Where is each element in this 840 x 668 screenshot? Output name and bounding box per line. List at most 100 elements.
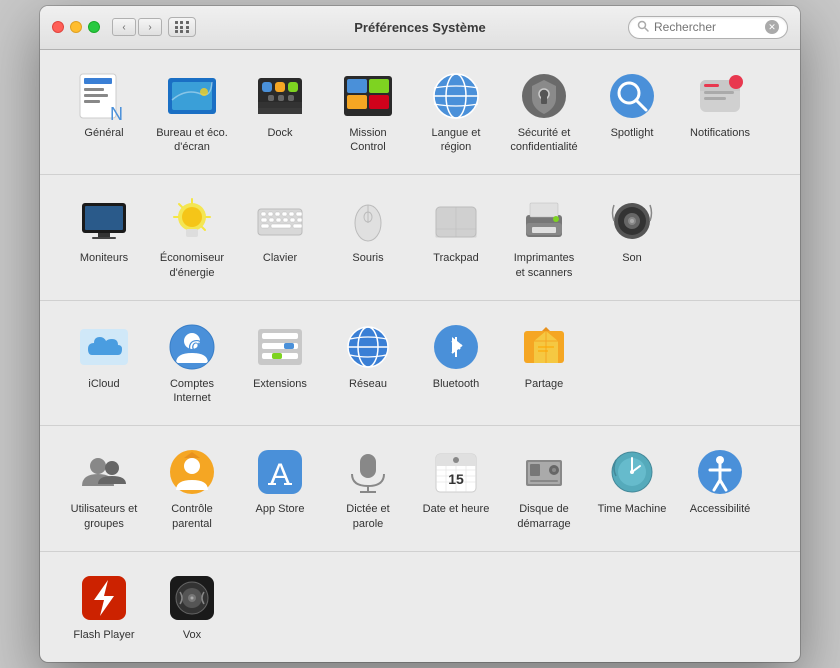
dictee-pref[interactable]: Dictée et parole [328, 442, 408, 535]
grid-view-button[interactable] [168, 17, 196, 37]
close-button[interactable] [52, 21, 64, 33]
search-box[interactable]: ✕ [628, 16, 788, 39]
extensions-icon [254, 321, 306, 373]
vox-pref[interactable]: Vox [152, 568, 232, 646]
souris-pref[interactable]: Souris [328, 191, 408, 284]
section-hardware: Moniteurs [40, 175, 800, 301]
dictee-label: Dictée et parole [332, 502, 404, 531]
reseau-pref[interactable]: Réseau [328, 317, 408, 410]
utilisateurs-icon [78, 446, 130, 498]
spotlight-icon [606, 70, 658, 122]
disque-label: Disque de démarrage [508, 502, 580, 531]
appstore-label: App Store [256, 502, 305, 516]
svg-text:A: A [270, 458, 290, 491]
comptes-icon: @ [166, 321, 218, 373]
reseau-label: Réseau [349, 377, 387, 391]
section-personal: N Général Bureau et éco. d'éc [40, 50, 800, 176]
icloud-label: iCloud [88, 377, 119, 391]
section-other: Flash Player [40, 552, 800, 662]
dock-label: Dock [267, 126, 292, 140]
comptes-label: Comptes Internet [156, 377, 228, 406]
accessibilite-pref[interactable]: Accessibilité [680, 442, 760, 535]
date-icon: 15 [430, 446, 482, 498]
notifications-label: Notifications [690, 126, 750, 140]
economiseur-pref[interactable]: Économiseur d'énergie [152, 191, 232, 284]
comptes-pref[interactable]: @ Comptes Internet [152, 317, 232, 410]
accessibilite-label: Accessibilité [690, 502, 751, 516]
son-pref[interactable]: Son [592, 191, 672, 284]
dock-pref[interactable]: Dock [240, 66, 320, 159]
titlebar: ‹ › Préférences Système ✕ [40, 6, 800, 50]
bluetooth-label: Bluetooth [433, 377, 479, 391]
imprimantes-label: Imprimantes et scanners [508, 251, 580, 280]
section-system: Utilisateurs et groupes Contrôle parenta… [40, 426, 800, 552]
langue-pref[interactable]: Langue et région [416, 66, 496, 159]
other-icons-grid: Flash Player [64, 568, 776, 646]
reseau-icon [342, 321, 394, 373]
bluetooth-icon [430, 321, 482, 373]
securite-label: Sécurité et confidentialité [508, 126, 580, 155]
bureau-label: Bureau et éco. d'écran [156, 126, 228, 155]
appstore-pref[interactable]: A App Store [240, 442, 320, 535]
economiseur-label: Économiseur d'énergie [156, 251, 228, 280]
clavier-label: Clavier [263, 251, 297, 265]
search-input[interactable] [654, 20, 760, 34]
dictee-icon [342, 446, 394, 498]
personal-icons-grid: N Général Bureau et éco. d'éc [64, 66, 776, 159]
souris-icon [342, 195, 394, 247]
securite-pref[interactable]: Sécurité et confidentialité [504, 66, 584, 159]
svg-text:@: @ [188, 338, 204, 355]
bureau-icon [166, 70, 218, 122]
hardware-icons-grid: Moniteurs [64, 191, 776, 284]
spotlight-label: Spotlight [611, 126, 654, 140]
spotlight-pref[interactable]: Spotlight [592, 66, 672, 159]
notifications-pref[interactable]: Notifications [680, 66, 760, 159]
maximize-button[interactable] [88, 21, 100, 33]
mission-pref[interactable]: Mission Control [328, 66, 408, 159]
partage-label: Partage [525, 377, 564, 391]
clavier-pref[interactable]: Clavier [240, 191, 320, 284]
system-icons-grid: Utilisateurs et groupes Contrôle parenta… [64, 442, 776, 535]
trackpad-label: Trackpad [433, 251, 478, 265]
securite-icon [518, 70, 570, 122]
utilisateurs-pref[interactable]: Utilisateurs et groupes [64, 442, 144, 535]
preferences-content: N Général Bureau et éco. d'éc [40, 50, 800, 663]
controle-pref[interactable]: Contrôle parental [152, 442, 232, 535]
internet-icons-grid: iCloud @ Comptes Internet [64, 317, 776, 410]
vox-icon [166, 572, 218, 624]
disque-icon [518, 446, 570, 498]
nav-buttons: ‹ › [112, 18, 162, 36]
svg-text:N: N [110, 104, 123, 124]
bureau-pref[interactable]: Bureau et éco. d'écran [152, 66, 232, 159]
imprimantes-icon [518, 195, 570, 247]
extensions-pref[interactable]: Extensions [240, 317, 320, 410]
moniteurs-pref[interactable]: Moniteurs [64, 191, 144, 284]
timemachine-icon [606, 446, 658, 498]
search-clear-button[interactable]: ✕ [765, 20, 779, 34]
timemachine-pref[interactable]: Time Machine [592, 442, 672, 535]
preferences-window: ‹ › Préférences Système ✕ [40, 6, 800, 663]
date-pref[interactable]: 15 Date et heure [416, 442, 496, 535]
minimize-button[interactable] [70, 21, 82, 33]
svg-text:15: 15 [448, 471, 464, 487]
mission-icon [342, 70, 394, 122]
bluetooth-pref[interactable]: Bluetooth [416, 317, 496, 410]
partage-icon [518, 321, 570, 373]
langue-label: Langue et région [420, 126, 492, 155]
trackpad-pref[interactable]: Trackpad [416, 191, 496, 284]
timemachine-label: Time Machine [598, 502, 667, 516]
notifications-icon [694, 70, 746, 122]
son-label: Son [622, 251, 642, 265]
window-title: Préférences Système [354, 20, 486, 35]
back-button[interactable]: ‹ [112, 18, 136, 36]
search-icon [637, 20, 649, 35]
flashplayer-pref[interactable]: Flash Player [64, 568, 144, 646]
forward-button[interactable]: › [138, 18, 162, 36]
disque-pref[interactable]: Disque de démarrage [504, 442, 584, 535]
appstore-icon: A [254, 446, 306, 498]
general-pref[interactable]: N Général [64, 66, 144, 159]
partage-pref[interactable]: Partage [504, 317, 584, 410]
imprimantes-pref[interactable]: Imprimantes et scanners [504, 191, 584, 284]
icloud-pref[interactable]: iCloud [64, 317, 144, 410]
clavier-icon [254, 195, 306, 247]
